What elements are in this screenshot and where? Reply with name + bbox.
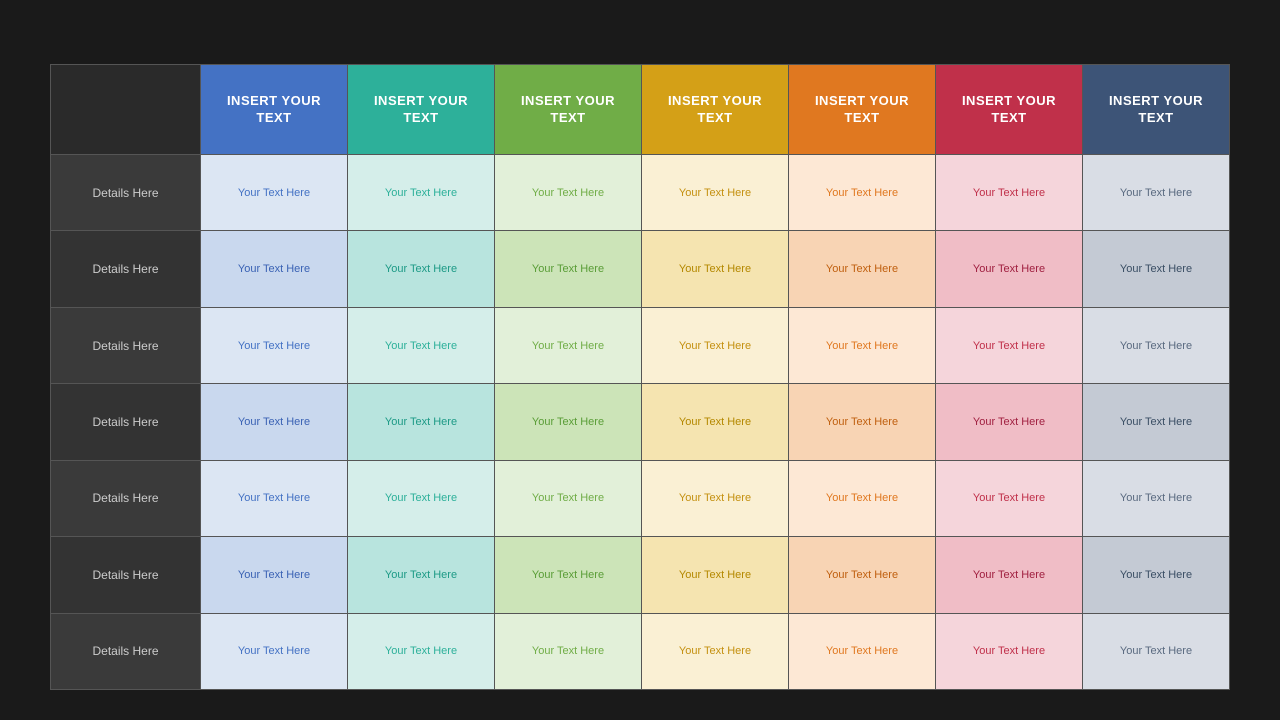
table-row: Details HereYour Text HereYour Text Here…: [51, 614, 1229, 689]
cell-r3-c0: Your Text Here: [201, 384, 348, 459]
table-body: Details HereYour Text HereYour Text Here…: [51, 155, 1229, 689]
col-header-green: INSERT YOUR TEXT: [495, 65, 642, 155]
col-header-teal: INSERT YOUR TEXT: [348, 65, 495, 155]
cell-r2-c2: Your Text Here: [495, 308, 642, 383]
table-row: Details HereYour Text HereYour Text Here…: [51, 308, 1229, 384]
cell-r6-c1: Your Text Here: [348, 614, 495, 689]
cell-r4-c3: Your Text Here: [642, 461, 789, 536]
row-label-0: Details Here: [51, 155, 201, 230]
cell-r1-c3: Your Text Here: [642, 231, 789, 306]
cell-r1-c6: Your Text Here: [1083, 231, 1229, 306]
cell-r4-c0: Your Text Here: [201, 461, 348, 536]
table-row: Details HereYour Text HereYour Text Here…: [51, 155, 1229, 231]
cell-r6-c3: Your Text Here: [642, 614, 789, 689]
cell-r0-c5: Your Text Here: [936, 155, 1083, 230]
cell-r3-c5: Your Text Here: [936, 384, 1083, 459]
cell-r3-c3: Your Text Here: [642, 384, 789, 459]
cell-r4-c4: Your Text Here: [789, 461, 936, 536]
cell-r2-c4: Your Text Here: [789, 308, 936, 383]
cell-r3-c6: Your Text Here: [1083, 384, 1229, 459]
cell-r1-c2: Your Text Here: [495, 231, 642, 306]
cell-r0-c0: Your Text Here: [201, 155, 348, 230]
cell-r0-c1: Your Text Here: [348, 155, 495, 230]
cell-r2-c1: Your Text Here: [348, 308, 495, 383]
table-row: Details HereYour Text HereYour Text Here…: [51, 384, 1229, 460]
cell-r6-c6: Your Text Here: [1083, 614, 1229, 689]
comparison-table: INSERT YOUR TEXTINSERT YOUR TEXTINSERT Y…: [50, 64, 1230, 690]
cell-r5-c2: Your Text Here: [495, 537, 642, 612]
cell-r4-c2: Your Text Here: [495, 461, 642, 536]
cell-r2-c5: Your Text Here: [936, 308, 1083, 383]
table-row: Details HereYour Text HereYour Text Here…: [51, 461, 1229, 537]
table-row: Details HereYour Text HereYour Text Here…: [51, 537, 1229, 613]
cell-r0-c4: Your Text Here: [789, 155, 936, 230]
row-label-1: Details Here: [51, 231, 201, 306]
cell-r6-c2: Your Text Here: [495, 614, 642, 689]
cell-r1-c1: Your Text Here: [348, 231, 495, 306]
table-row: Details HereYour Text HereYour Text Here…: [51, 231, 1229, 307]
cell-r5-c6: Your Text Here: [1083, 537, 1229, 612]
cell-r5-c5: Your Text Here: [936, 537, 1083, 612]
cell-r0-c6: Your Text Here: [1083, 155, 1229, 230]
cell-r3-c2: Your Text Here: [495, 384, 642, 459]
cell-r4-c5: Your Text Here: [936, 461, 1083, 536]
cell-r2-c6: Your Text Here: [1083, 308, 1229, 383]
row-label-5: Details Here: [51, 537, 201, 612]
col-header-navy: INSERT YOUR TEXT: [1083, 65, 1229, 155]
header-row-label-spacer: [51, 65, 201, 155]
row-label-3: Details Here: [51, 384, 201, 459]
cell-r5-c4: Your Text Here: [789, 537, 936, 612]
cell-r2-c3: Your Text Here: [642, 308, 789, 383]
row-label-4: Details Here: [51, 461, 201, 536]
col-header-red: INSERT YOUR TEXT: [936, 65, 1083, 155]
cell-r6-c0: Your Text Here: [201, 614, 348, 689]
table-header-row: INSERT YOUR TEXTINSERT YOUR TEXTINSERT Y…: [51, 65, 1229, 155]
row-label-2: Details Here: [51, 308, 201, 383]
cell-r3-c1: Your Text Here: [348, 384, 495, 459]
cell-r2-c0: Your Text Here: [201, 308, 348, 383]
col-header-orange: INSERT YOUR TEXT: [789, 65, 936, 155]
cell-r4-c1: Your Text Here: [348, 461, 495, 536]
cell-r0-c2: Your Text Here: [495, 155, 642, 230]
col-header-yellow: INSERT YOUR TEXT: [642, 65, 789, 155]
header-section: [50, 40, 1230, 44]
cell-r4-c6: Your Text Here: [1083, 461, 1229, 536]
cell-r6-c4: Your Text Here: [789, 614, 936, 689]
row-label-6: Details Here: [51, 614, 201, 689]
col-header-blue: INSERT YOUR TEXT: [201, 65, 348, 155]
cell-r1-c0: Your Text Here: [201, 231, 348, 306]
cell-r5-c3: Your Text Here: [642, 537, 789, 612]
cell-r3-c4: Your Text Here: [789, 384, 936, 459]
cell-r6-c5: Your Text Here: [936, 614, 1083, 689]
cell-r1-c4: Your Text Here: [789, 231, 936, 306]
cell-r5-c1: Your Text Here: [348, 537, 495, 612]
cell-r0-c3: Your Text Here: [642, 155, 789, 230]
cell-r1-c5: Your Text Here: [936, 231, 1083, 306]
cell-r5-c0: Your Text Here: [201, 537, 348, 612]
